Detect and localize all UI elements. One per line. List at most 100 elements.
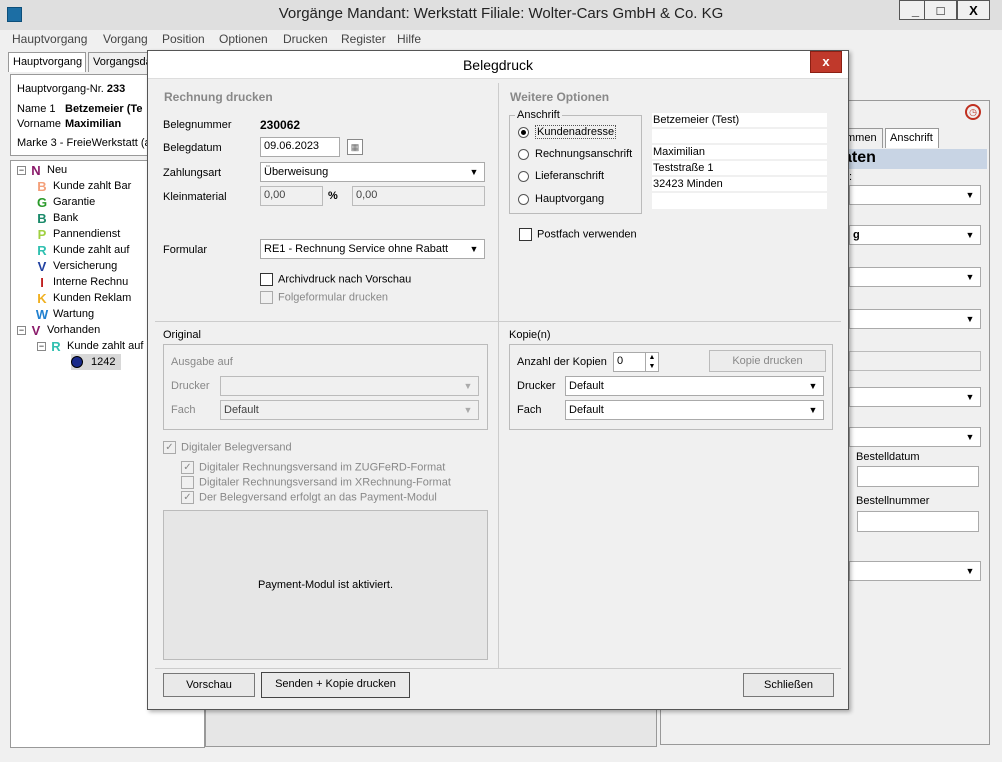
- radio-icon[interactable]: [518, 193, 529, 205]
- tree-node-neu[interactable]: − N Neu: [17, 162, 67, 178]
- dialog-close-button[interactable]: x: [810, 51, 842, 73]
- checkbox-icon[interactable]: [260, 273, 273, 286]
- tree-item[interactable]: B Kunde zahlt Bar: [35, 178, 131, 194]
- zahlungsart-select[interactable]: Überweisung ▼: [260, 162, 485, 182]
- tree-item[interactable]: R Kunde zahlt auf: [35, 242, 131, 258]
- right-combo-3[interactable]: ▼: [849, 267, 981, 287]
- checkbox-icon[interactable]: [519, 228, 532, 241]
- menu-hauptvorgang[interactable]: Hauptvorgang: [12, 32, 87, 46]
- belegnummer-label: Belegnummer: [163, 119, 232, 131]
- original-fach-select[interactable]: Default ▼: [220, 400, 479, 420]
- collapse-icon[interactable]: −: [17, 165, 26, 175]
- radio-lieferanschrift[interactable]: Lieferanschrift: [518, 170, 604, 182]
- menu-hilfe[interactable]: Hilfe: [397, 32, 421, 46]
- right-combo-5[interactable]: ▼: [849, 387, 981, 407]
- right-input-disabled: [849, 351, 981, 371]
- anzahl-label: Anzahl der Kopien: [517, 356, 607, 368]
- radio-kundenadresse[interactable]: Kundenadresse: [518, 125, 617, 139]
- maximize-button[interactable]: □: [924, 0, 957, 20]
- radio-rechnungsanschrift[interactable]: Rechnungsanschrift: [518, 148, 632, 160]
- tree-item[interactable]: P Pannendienst: [35, 226, 131, 242]
- menu-register[interactable]: Register: [341, 32, 386, 46]
- checkbox-icon[interactable]: ✓: [181, 491, 194, 504]
- menu-optionen[interactable]: Optionen: [219, 32, 268, 46]
- menu-drucken[interactable]: Drucken: [283, 32, 328, 46]
- digital-belegversand-checkbox[interactable]: ✓ Digitaler Belegversand: [163, 441, 292, 454]
- right-combo-6[interactable]: ▼: [849, 427, 981, 447]
- weitere-heading: Weitere Optionen: [510, 90, 610, 104]
- checkbox-icon[interactable]: ✓: [163, 441, 176, 454]
- menu-vorgang[interactable]: Vorgang: [103, 32, 148, 46]
- collapse-icon[interactable]: −: [37, 341, 46, 351]
- dropdown-arrow-icon: ▼: [965, 314, 975, 324]
- folgeformular-checkbox[interactable]: Folgeformular drucken: [260, 291, 388, 304]
- original-heading: Original: [163, 329, 201, 341]
- tree-node-vorhanden[interactable]: − V Vorhanden: [17, 322, 100, 338]
- clock-icon[interactable]: ◷: [965, 104, 981, 120]
- right-combo-1[interactable]: ▼: [849, 185, 981, 205]
- tree-label: Bank: [53, 212, 79, 224]
- postfach-checkbox[interactable]: Postfach verwenden: [519, 228, 637, 241]
- calendar-icon[interactable]: ▦: [347, 139, 363, 155]
- collapse-icon[interactable]: −: [17, 325, 26, 335]
- menu-position[interactable]: Position: [162, 32, 205, 46]
- tree-label: Vorhanden: [47, 324, 101, 336]
- checkbox-icon[interactable]: ✓: [181, 461, 194, 474]
- senden-kopie-drucken-button[interactable]: Senden + Kopie drucken: [261, 672, 410, 698]
- zugferd-checkbox[interactable]: ✓ Digitaler Rechnungsversand im ZUGFeRD-F…: [181, 461, 445, 474]
- dropdown-arrow-icon: ▼: [808, 405, 818, 415]
- dropdown-arrow-icon: ▼: [965, 566, 975, 576]
- tree-item[interactable]: W Wartung: [35, 306, 131, 322]
- radio-icon[interactable]: [518, 148, 529, 160]
- kopie-fach-select[interactable]: Default ▼: [565, 400, 824, 420]
- schliessen-button[interactable]: Schließen: [743, 673, 834, 697]
- radio-hauptvorgang[interactable]: Hauptvorgang: [518, 193, 604, 205]
- window-title: Vorgänge Mandant: Werkstatt Filiale: Wol…: [278, 5, 724, 22]
- dropdown-arrow-icon: ▼: [463, 381, 473, 391]
- close-window-button[interactable]: X: [957, 0, 990, 20]
- radio-icon[interactable]: [518, 126, 529, 138]
- tree-letter-icon: I: [40, 274, 44, 290]
- vorschau-button[interactable]: Vorschau: [163, 673, 255, 697]
- marke-text: Marke 3 - FreieWerkstatt (a: [17, 137, 151, 149]
- menu-bar: Hauptvorgang Vorgang Position Optionen D…: [0, 30, 1002, 50]
- right-combo-4[interactable]: ▼: [849, 309, 981, 329]
- belegdatum-input[interactable]: 09.06.2023: [260, 137, 340, 157]
- kopie-drucker-select[interactable]: Default ▼: [565, 376, 824, 396]
- payment-modul-checkbox[interactable]: ✓ Der Belegversand erfolgt an das Payment…: [181, 491, 437, 504]
- tree-item[interactable]: I Interne Rechnu: [35, 274, 131, 290]
- tree-item[interactable]: B Bank: [35, 210, 131, 226]
- original-drucker-select[interactable]: ▼: [220, 376, 479, 396]
- right-combo-7[interactable]: ▼: [849, 561, 981, 581]
- tab-anschrift[interactable]: Anschrift: [885, 128, 939, 148]
- tree-item[interactable]: G Garantie: [35, 194, 131, 210]
- tab-vorgangsdaten[interactable]: Vorgangsda: [88, 52, 148, 72]
- payment-text: Payment-Modul ist aktiviert.: [257, 579, 394, 591]
- original-drucker-label: Drucker: [171, 380, 210, 392]
- kleinmaterial-value-input[interactable]: 0,00: [352, 186, 485, 206]
- radio-icon[interactable]: [518, 170, 529, 182]
- kopie-drucker-label: Drucker: [517, 380, 556, 392]
- checkbox-icon[interactable]: [181, 476, 194, 489]
- tab-hauptvorgang[interactable]: Hauptvorgang: [8, 52, 86, 72]
- xrechnung-checkbox[interactable]: Digitaler Rechnungsversand im XRechnung-…: [181, 476, 451, 489]
- address-line: [652, 193, 827, 209]
- kopie-drucken-button[interactable]: Kopie drucken: [709, 350, 826, 372]
- tree-node-kunde-zahlt-auf[interactable]: − R Kunde zahlt auf: [37, 338, 143, 354]
- bestellnummer-input[interactable]: [857, 511, 979, 532]
- bestelldatum-input[interactable]: [857, 466, 979, 487]
- right-combo-2[interactable]: g ▼: [849, 225, 981, 245]
- tree-letter-icon: W: [35, 306, 49, 322]
- spinner-icon[interactable]: ▲ ▼: [645, 353, 658, 371]
- checkbox-icon[interactable]: [260, 291, 273, 304]
- heading-suffix: :: [849, 171, 853, 183]
- tree-item[interactable]: K Kunden Reklam: [35, 290, 131, 306]
- tree-leaf-1242[interactable]: 1242: [71, 354, 122, 370]
- archivdruck-checkbox[interactable]: Archivdruck nach Vorschau: [260, 273, 411, 286]
- tree-letter-icon: R: [37, 242, 47, 258]
- divider: [155, 668, 841, 669]
- dropdown-arrow-icon: ▼: [965, 272, 975, 282]
- tree-item[interactable]: V Versicherung: [35, 258, 131, 274]
- formular-select[interactable]: RE1 - Rechnung Service ohne Rabatt ▼: [260, 239, 485, 259]
- kleinmaterial-pct-input[interactable]: 0,00: [260, 186, 323, 206]
